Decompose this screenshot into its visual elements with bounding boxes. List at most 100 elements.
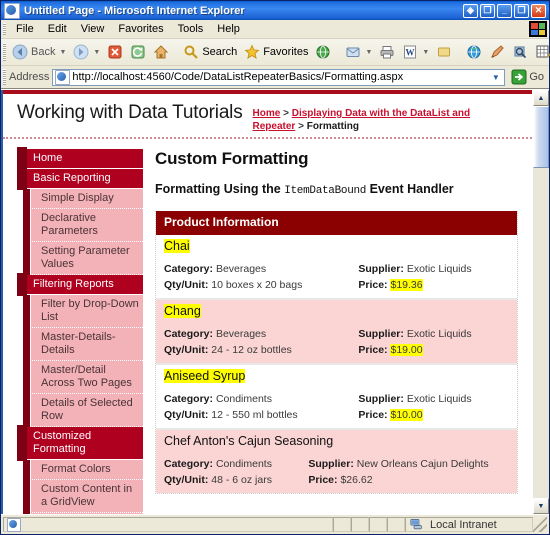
scroll-down-button[interactable]: ▼: [533, 498, 549, 514]
note-icon: [436, 44, 452, 60]
section-subtitle: Formatting Using the ItemDataBound Event…: [155, 181, 518, 199]
security-zone-label: Local Intranet: [430, 518, 497, 531]
back-button[interactable]: Back ▼: [9, 42, 69, 62]
product-details: Category: Condiments Supplier: Exotic Li…: [164, 393, 509, 422]
sidebar-item-filter-by-dropdown-list[interactable]: Filter by Drop-Down List: [30, 295, 143, 328]
resize-grip[interactable]: [533, 517, 547, 532]
sidebar-item-master-details-details[interactable]: Master-Details-Details: [30, 328, 143, 361]
sidebar-item-format-colors[interactable]: Format Colors: [30, 460, 143, 480]
product-details: Category: Beverages Supplier: Exotic Liq…: [164, 328, 509, 357]
supplier-label: Supplier:: [358, 263, 404, 275]
security-zone[interactable]: Local Intranet: [405, 517, 533, 532]
menu-view[interactable]: View: [74, 22, 112, 36]
qty-value: 48 - 6 oz jars: [211, 474, 272, 486]
sidebar-item-simple-display[interactable]: Simple Display: [30, 189, 143, 209]
breadcrumb-home-link[interactable]: Home: [253, 108, 281, 119]
edit-dropdown-icon[interactable]: ▼: [422, 49, 429, 56]
address-url-text: http://localhost:4560/Code/DataListRepea…: [72, 71, 404, 83]
status-cell-3: [369, 517, 387, 532]
search-button-label: Search: [202, 46, 238, 58]
price-label: Price:: [358, 409, 388, 421]
menu-edit[interactable]: Edit: [41, 22, 74, 36]
address-bar-grip[interactable]: [3, 69, 6, 85]
product-item: Chang Category: Beverages Supplier: Exot…: [156, 300, 517, 365]
main-content: Custom Formatting Formatting Using the I…: [143, 139, 532, 494]
product-name: Chang: [164, 304, 201, 319]
sidebar-item-setting-parameter-values[interactable]: Setting Parameter Values: [30, 242, 143, 275]
title-bar: Untitled Page - Microsoft Internet Explo…: [1, 1, 549, 20]
qty-value: 10 boxes x 20 bags: [211, 279, 303, 291]
product-details: Category: Condiments Supplier: New Orlea…: [164, 458, 509, 487]
messenger-button[interactable]: [463, 42, 485, 62]
scrollbar-track[interactable]: [533, 106, 549, 498]
page-body: Home Basic Reporting Simple Display Decl…: [3, 139, 532, 514]
home-button[interactable]: [150, 42, 172, 62]
sidebar-item-declarative-parameters[interactable]: Declarative Parameters: [30, 209, 143, 242]
sidebar-item-home[interactable]: Home: [17, 147, 143, 170]
go-button[interactable]: Go: [508, 69, 547, 85]
price-value: $26.62: [340, 474, 373, 486]
product-datalist: Product Information Chai Category: Bever…: [155, 211, 518, 494]
sidebar-item-custom-content-detailsview[interactable]: Custom Content in a DetailsView: [30, 513, 143, 514]
blogger-button[interactable]: [509, 42, 531, 62]
sidebar-item-details-of-selected-row[interactable]: Details of Selected Row: [30, 394, 143, 427]
restore-group-button[interactable]: ◈: [463, 3, 478, 18]
address-bar: Address http://localhost:4560/Code/DataL…: [1, 66, 549, 89]
price-value: $19.36: [390, 279, 423, 291]
product-qty: Qty/Unit: 12 - 550 ml bottles: [164, 409, 354, 422]
research-button[interactable]: [486, 42, 508, 62]
product-name: Aniseed Syrup: [164, 369, 246, 384]
sidebar-item-basic-reporting[interactable]: Basic Reporting: [17, 167, 143, 190]
sidebar-item-filtering-reports[interactable]: Filtering Reports: [17, 273, 143, 296]
print-button[interactable]: [376, 42, 398, 62]
menu-bar-grip[interactable]: [3, 23, 6, 35]
mail-button[interactable]: ▼: [342, 42, 375, 62]
product-item: Chef Anton's Cajun Seasoning Category: C…: [156, 430, 517, 493]
vertical-scrollbar[interactable]: ▲ ▼: [532, 90, 549, 514]
menu-help[interactable]: Help: [210, 22, 247, 36]
product-name: Chef Anton's Cajun Seasoning: [164, 434, 333, 449]
menu-tools[interactable]: Tools: [171, 22, 211, 36]
address-input[interactable]: http://localhost:4560/Code/DataListRepea…: [52, 68, 506, 86]
forward-button[interactable]: ▼: [70, 42, 103, 62]
datalist-header: Product Information: [156, 211, 517, 235]
maximize-button[interactable]: ❐: [514, 3, 529, 18]
history-button[interactable]: [312, 42, 334, 62]
menu-favorites[interactable]: Favorites: [111, 22, 170, 36]
minimize-button[interactable]: _: [497, 3, 512, 18]
scrollbar-thumb[interactable]: [533, 106, 549, 168]
page-title: Custom Formatting: [155, 149, 309, 168]
grid-icon: ↗: [535, 44, 550, 60]
scroll-up-button[interactable]: ▲: [533, 90, 549, 106]
favorites-button[interactable]: Favorites: [241, 42, 311, 62]
sidebar-item-custom-content-gridview[interactable]: Custom Content in a GridView: [30, 480, 143, 513]
stop-icon: [107, 44, 123, 60]
sidebar-item-customized-formatting[interactable]: Customized Formatting: [17, 425, 143, 461]
subtitle-suffix: Event Handler: [369, 182, 454, 196]
subtitle-prefix: Formatting Using the: [155, 182, 281, 196]
refresh-button[interactable]: [127, 42, 149, 62]
sidebar-navigation: Home Basic Reporting Simple Display Decl…: [3, 139, 143, 514]
menu-bar: File Edit View Favorites Tools Help: [1, 20, 549, 39]
close-button[interactable]: ✕: [531, 3, 546, 18]
sidebar-item-master-detail-across-two-pages[interactable]: Master/Detail Across Two Pages: [30, 361, 143, 394]
discuss-button[interactable]: [433, 42, 455, 62]
mail-dropdown-icon[interactable]: ▼: [365, 49, 372, 56]
address-dropdown-icon[interactable]: ▼: [488, 70, 503, 85]
toolbar-grip[interactable]: [3, 43, 6, 61]
window-controls: ◈ ❐ _ ❐ ✕: [463, 3, 548, 18]
window-group-button[interactable]: ❐: [480, 3, 495, 18]
stop-button[interactable]: [104, 42, 126, 62]
window-title: Untitled Page - Microsoft Internet Explo…: [24, 4, 245, 17]
search-button[interactable]: Search: [180, 42, 240, 62]
product-price: Price: $10.00: [354, 409, 509, 422]
favorites-button-label: Favorites: [263, 46, 309, 58]
back-dropdown-icon[interactable]: ▼: [59, 49, 66, 56]
grid-button[interactable]: ↗: [532, 42, 550, 62]
qty-value: 12 - 550 ml bottles: [211, 409, 298, 421]
qty-value: 24 - 12 oz bottles: [211, 344, 292, 356]
menu-file[interactable]: File: [9, 22, 41, 36]
edit-word-button[interactable]: W ▼: [399, 42, 432, 62]
page-viewport: Working with Data Tutorials Home > Displ…: [1, 89, 549, 514]
forward-dropdown-icon[interactable]: ▼: [93, 49, 100, 56]
